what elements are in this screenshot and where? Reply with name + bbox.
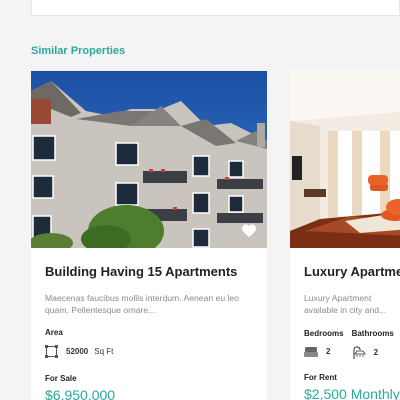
area-spec: 52000 Sq Ft [45,344,253,358]
heart-icon[interactable] [241,223,257,238]
property-photo[interactable] [290,71,400,248]
area-value: 52000 [66,346,89,356]
bedrooms-label: Bedrooms [304,328,344,338]
room-specs: Bedrooms 2 Bathrooms 2 [304,329,396,359]
property-price: $6,950,000 [45,386,116,400]
previous-section-card [31,0,400,16]
area-icon [45,344,58,358]
property-photo[interactable] [31,71,267,248]
property-price: $2,500 Monthly [304,385,400,400]
property-description: Luxury Apartment available in city and..… [304,293,387,316]
area-unit: Sq Ft [94,346,114,356]
property-card[interactable]: Luxury Apartment Luxury Apartment availa… [290,71,400,400]
shower-icon [352,346,366,359]
bathrooms-value: 2 [373,347,379,357]
property-card[interactable]: Building Having 15 Apartments Maecenas f… [31,71,267,400]
bedrooms-spec: Bedrooms 2 [304,329,344,359]
bathrooms-label: Bathrooms [351,328,394,338]
bed-icon [304,346,318,357]
bathrooms-spec: Bathrooms 2 [352,329,394,359]
property-status: For Rent [304,372,337,382]
property-description: Maecenas faucibus mollis interdum. Aenea… [45,293,239,316]
area-label: Area [45,327,63,337]
property-status: For Sale [45,373,77,383]
property-title[interactable]: Luxury Apartment [304,264,400,279]
property-title[interactable]: Building Having 15 Apartments [45,264,253,279]
bedrooms-value: 2 [326,347,331,357]
section-title: Similar Properties [31,45,126,57]
